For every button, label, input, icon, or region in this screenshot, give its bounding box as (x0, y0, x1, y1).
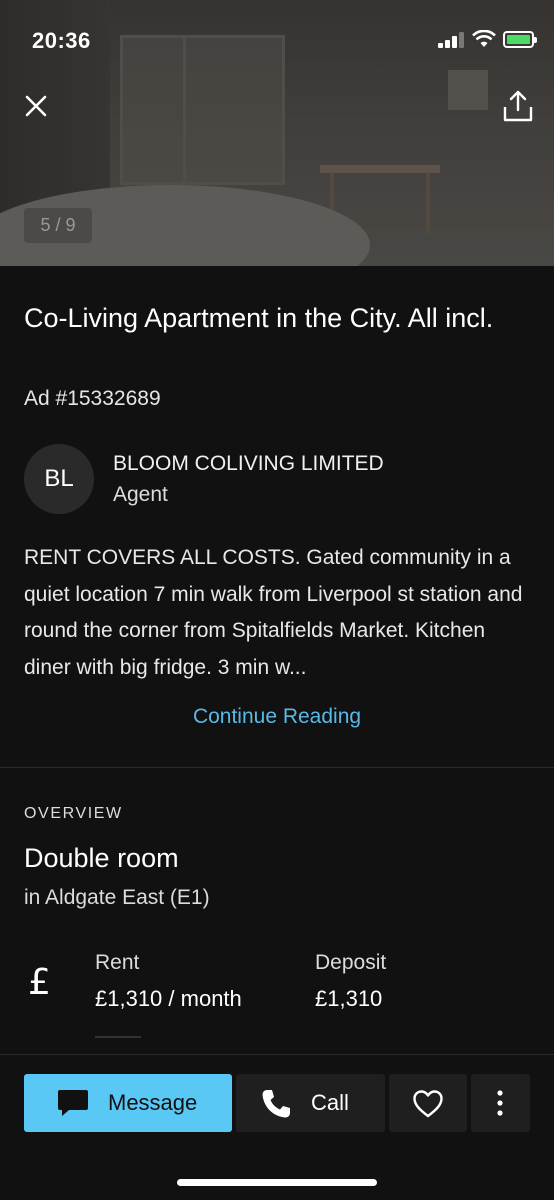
more-options-button[interactable] (471, 1074, 530, 1132)
listing-description: RENT COVERS ALL COSTS. Gated community i… (24, 546, 523, 679)
section-divider (0, 767, 554, 768)
call-button-label: Call (311, 1090, 349, 1115)
deposit-label: Deposit (315, 951, 387, 974)
agent-name[interactable]: BLOOM COLIVING LIMITED (113, 452, 384, 476)
status-time: 20:36 (32, 28, 91, 53)
room-location: in Aldgate East (E1) (24, 886, 210, 909)
message-button-label: Message (108, 1090, 198, 1115)
room-type: Double room (24, 843, 179, 873)
more-vertical-icon (497, 1090, 503, 1116)
wifi-icon (472, 30, 496, 47)
favourite-button[interactable] (389, 1074, 467, 1132)
agent-avatar[interactable]: BL (24, 444, 94, 514)
deposit-value: £1,310 (315, 986, 383, 1011)
heart-icon (413, 1090, 443, 1118)
cellular-signal-icon (438, 32, 464, 48)
close-icon[interactable] (20, 90, 52, 122)
message-button[interactable]: Message (24, 1074, 232, 1132)
overview-separator (95, 1036, 141, 1038)
pound-icon: £ (28, 962, 51, 1003)
photo-counter: 5 / 9 (24, 208, 92, 243)
listing-title: Co-Living Apartment in the City. All inc… (24, 303, 494, 333)
call-button[interactable]: Call (236, 1074, 385, 1132)
overview-heading: OVERVIEW (24, 805, 123, 822)
home-indicator[interactable] (177, 1179, 377, 1186)
continue-reading-link[interactable]: Continue Reading (0, 705, 554, 729)
phone-icon (262, 1090, 290, 1118)
status-bar: 20:36 (0, 0, 554, 80)
ad-number: Ad #15332689 (24, 387, 161, 410)
agent-role: Agent (113, 483, 168, 506)
rent-value: £1,310 / month (95, 986, 242, 1011)
chat-bubble-icon (58, 1090, 88, 1116)
share-icon[interactable] (500, 88, 536, 124)
battery-icon (503, 31, 537, 48)
rent-label: Rent (95, 951, 140, 974)
